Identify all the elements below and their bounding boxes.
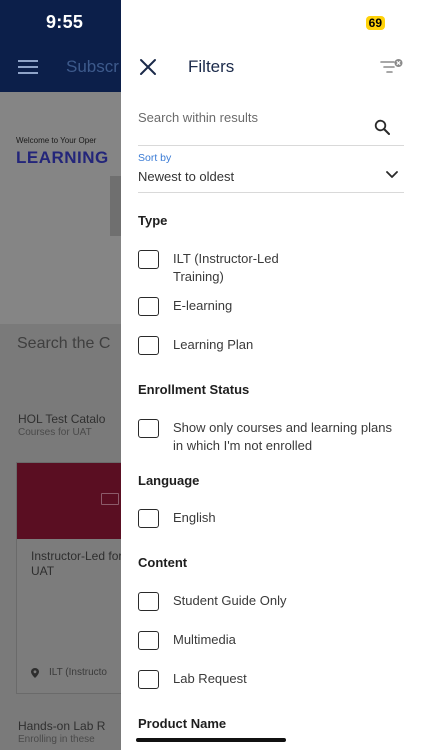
handson-subtitle: Enrolling in these bbox=[18, 734, 95, 745]
learning-logo-text: LEARNING bbox=[16, 148, 109, 167]
course-card-image bbox=[17, 463, 135, 539]
checkbox[interactable] bbox=[138, 631, 159, 650]
search-icon[interactable] bbox=[374, 119, 390, 135]
option-label: Multimedia bbox=[173, 632, 236, 647]
filter-option-student-guide[interactable]: Student Guide Only bbox=[138, 592, 398, 612]
sort-by-label: Sort by bbox=[138, 152, 172, 164]
option-label: Learning Plan bbox=[173, 337, 254, 352]
filter-option-multimedia[interactable]: Multimedia bbox=[138, 631, 398, 651]
checkbox[interactable] bbox=[138, 509, 159, 528]
filter-option-ilt[interactable]: ILT (Instructor-Led Training) bbox=[138, 250, 398, 286]
sort-by-value: Newest to oldest bbox=[138, 169, 235, 184]
search-field bbox=[138, 104, 404, 146]
option-label: ILT (Instructor-Led Training) bbox=[173, 251, 279, 284]
course-card: Instructor-Led for UAT ILT (Instructo bbox=[16, 462, 136, 694]
filters-drawer: 69 Filters Sort by Newest to oldest Type… bbox=[121, 0, 422, 750]
menu-icon bbox=[18, 60, 38, 74]
option-label: Lab Request bbox=[173, 671, 247, 686]
catalog-title: HOL Test Catalo bbox=[18, 412, 106, 426]
sort-by-select[interactable]: Sort by Newest to oldest bbox=[138, 150, 404, 193]
handson-title: Hands-on Lab R bbox=[18, 719, 106, 733]
option-label: English bbox=[173, 510, 216, 525]
clear-filter-icon[interactable] bbox=[380, 58, 404, 76]
close-icon[interactable] bbox=[138, 57, 158, 77]
checkbox[interactable] bbox=[138, 250, 159, 269]
checkbox[interactable] bbox=[138, 670, 159, 689]
checkbox[interactable] bbox=[138, 336, 159, 355]
header-title: Subscr bbox=[66, 57, 119, 76]
location-pin-icon bbox=[31, 668, 39, 678]
filter-option-not-enrolled[interactable]: Show only courses and learning plans in … bbox=[138, 419, 398, 455]
checkbox[interactable] bbox=[138, 419, 159, 438]
section-title-content: Content bbox=[138, 555, 188, 570]
checkbox[interactable] bbox=[138, 297, 159, 316]
filter-option-lab-request[interactable]: Lab Request bbox=[138, 670, 398, 690]
option-label: E-learning bbox=[173, 298, 233, 313]
filter-option-english[interactable]: English bbox=[138, 509, 398, 529]
option-label: Student Guide Only bbox=[173, 593, 287, 608]
section-title-product: Product Name bbox=[138, 716, 227, 731]
filter-option-elearning[interactable]: E-learning bbox=[138, 297, 398, 317]
checkbox[interactable] bbox=[138, 592, 159, 611]
course-card-type: ILT (Instructo bbox=[49, 667, 107, 678]
search-catalog-title: Search the C bbox=[17, 335, 111, 352]
catalog-subtitle: Courses for UAT bbox=[18, 427, 92, 438]
home-indicator bbox=[136, 738, 286, 742]
filter-option-learning-plan[interactable]: Learning Plan bbox=[138, 336, 398, 356]
section-title-enrollment: Enrollment Status bbox=[138, 382, 250, 397]
option-label: Show only courses and learning plans in … bbox=[173, 420, 392, 453]
battery-indicator: 69 bbox=[365, 16, 385, 30]
chevron-down-icon bbox=[386, 171, 398, 178]
status-time: 9:55 bbox=[46, 12, 84, 32]
section-title-language: Language bbox=[138, 473, 200, 488]
filters-title: Filters bbox=[188, 57, 235, 76]
monitor-icon bbox=[101, 493, 119, 505]
welcome-text: Welcome to Your Oper bbox=[16, 136, 97, 145]
search-input[interactable] bbox=[138, 110, 358, 125]
section-title-type: Type bbox=[138, 213, 168, 228]
